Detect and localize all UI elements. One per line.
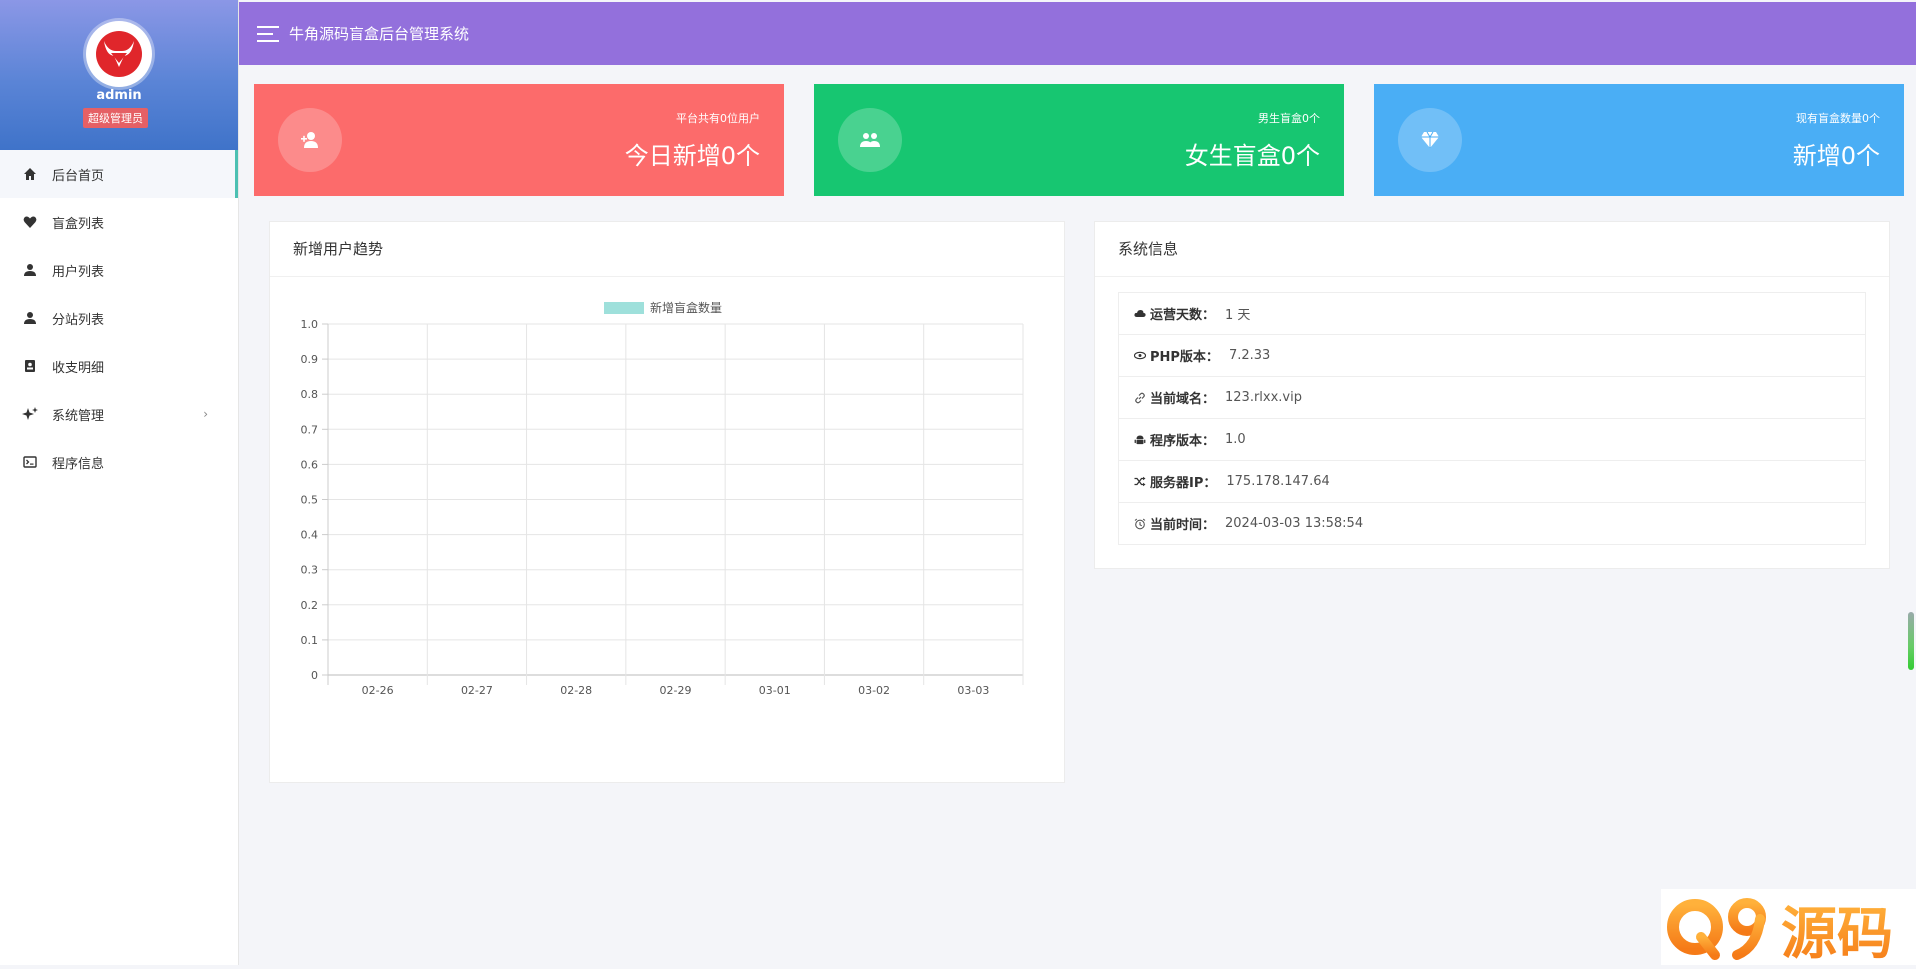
x-tick-label: 03-01 [759, 684, 791, 697]
info-row-program-version: 程序版本： 1.0 [1119, 419, 1865, 461]
x-tick-label: 02-26 [362, 684, 394, 697]
sidebar: admin 超级管理员 后台首页 盲盒列表 用户列表 分站列表 收支明细 系统管… [0, 0, 239, 965]
y-tick-label: 0 [311, 669, 318, 682]
sidebar-item-label: 程序信息 [52, 456, 105, 472]
sidebar-item-label: 用户列表 [52, 264, 105, 280]
sidebar-item-label: 后台首页 [52, 168, 105, 184]
heart-icon [22, 214, 38, 230]
chart-panel: 新增用户趋势 新增盲盒数量 1.0 0.9 0.8 0.7 0.6 0.5 0.4 0.3 0.2… [269, 221, 1065, 783]
y-tick-label: 0.2 [301, 599, 319, 612]
info-row-current-time: 当前时间： 2024-03-03 13:58:54 [1119, 503, 1865, 544]
sidebar-header: admin 超级管理员 [0, 0, 238, 150]
sidebar-item-label: 收支明细 [52, 360, 105, 376]
stat-value: 今日新增0个 [624, 142, 760, 170]
y-tick-label: 0.4 [301, 529, 319, 542]
info-label: PHP版本： [1150, 350, 1219, 365]
info-label: 当前域名： [1150, 392, 1216, 407]
chevron-right-icon: › [203, 407, 208, 421]
sidebar-item-user-list[interactable]: 用户列表 [0, 246, 238, 294]
chart-panel-title: 新增用户趋势 [270, 222, 1064, 277]
sidebar-item-system-management[interactable]: 系统管理 › [0, 390, 238, 438]
info-label: 当前时间： [1150, 518, 1216, 533]
trend-chart: 新增盲盒数量 1.0 0.9 0.8 0.7 0.6 0.5 0.4 0.3 0.2 0.1 0 02-… [301, 300, 1024, 697]
info-row-uptime: 运营天数： 1 天 [1119, 293, 1865, 335]
stat-caption: 男生盲盒0个 [1258, 112, 1320, 125]
bull-logo-icon [96, 31, 142, 77]
y-tick-label: 0.6 [301, 458, 319, 471]
info-row-server-ip: 服务器IP： 175.178.147.64 [1119, 461, 1865, 503]
y-tick-label: 0.9 [301, 353, 319, 366]
watermark-text: 源码 [1781, 902, 1893, 965]
stat-card-blindbox-count: 现有盲盒数量0个 新增0个 [1374, 84, 1904, 196]
x-tick-label: 02-29 [660, 684, 692, 697]
y-tick-label: 0.7 [301, 423, 319, 436]
link-icon [1134, 392, 1146, 404]
alarm-icon [1134, 518, 1146, 530]
y-tick-label: 1.0 [301, 318, 319, 331]
stat-caption: 平台共有0位用户 [676, 112, 760, 125]
sidebar-item-label: 盲盒列表 [52, 216, 105, 232]
info-value: 175.178.147.64 [1226, 474, 1330, 489]
y-tick-label: 0.8 [301, 388, 319, 401]
info-value: 2024-03-03 13:58:54 [1225, 516, 1364, 531]
sidebar-item-label: 分站列表 [52, 312, 105, 328]
sidebar-item-program-info[interactable]: 程序信息 [0, 438, 238, 486]
q9-logo-icon: 源码 [1667, 898, 1893, 967]
stat-value: 新增0个 [1792, 142, 1880, 170]
stat-value: 女生盲盒0个 [1184, 142, 1320, 170]
system-info-title: 系统信息 [1095, 222, 1889, 277]
watermark-logo: 源码 [1661, 889, 1916, 967]
diamond-icon [1398, 108, 1462, 172]
x-tick-label: 02-27 [461, 684, 493, 697]
scrollbar-thumb[interactable] [1908, 612, 1914, 670]
system-title: 牛角源码盲盒后台管理系统 [289, 25, 470, 43]
sidebar-menu: 后台首页 盲盒列表 用户列表 分站列表 收支明细 系统管理 › 程序信息 [0, 150, 238, 486]
home-icon [22, 166, 38, 182]
eye-icon [1134, 350, 1146, 362]
person-icon [22, 262, 38, 278]
users-icon [838, 108, 902, 172]
info-label: 程序版本： [1150, 434, 1216, 449]
system-info-panel: 系统信息 运营天数： 1 天 PHP版本： 7.2.33 当前域名： 123.r… [1094, 221, 1890, 569]
info-row-domain: 当前域名： 123.rlxx.vip [1119, 377, 1865, 419]
info-value: 1 天 [1225, 308, 1251, 323]
y-tick-label: 0.1 [301, 634, 319, 647]
info-label: 运营天数： [1150, 308, 1216, 323]
y-tick-label: 0.3 [301, 564, 319, 577]
sidebar-item-home[interactable]: 后台首页 [0, 150, 238, 198]
shuffle-icon [1134, 476, 1146, 488]
sidebar-item-substation-list[interactable]: 分站列表 [0, 294, 238, 342]
info-row-php-version: PHP版本： 7.2.33 [1119, 335, 1865, 377]
add-user-icon [278, 108, 342, 172]
info-value: 7.2.33 [1228, 348, 1271, 363]
stat-card-blindbox-gender: 男生盲盒0个 女生盲盒0个 [814, 84, 1344, 196]
cloud-icon [1134, 308, 1146, 320]
legend-swatch [604, 302, 644, 314]
x-tick-label: 02-28 [560, 684, 592, 697]
x-tick-label: 03-02 [858, 684, 890, 697]
info-label: 服务器IP： [1150, 476, 1217, 491]
stat-caption: 现有盲盒数量0个 [1796, 112, 1880, 125]
system-info-table: 运营天数： 1 天 PHP版本： 7.2.33 当前域名： 123.rlxx.v… [1118, 292, 1866, 545]
y-tick-label: 0.5 [301, 494, 319, 507]
sidebar-item-label: 系统管理 [52, 408, 105, 424]
contact-book-icon [22, 358, 38, 374]
sparkle-icon [22, 406, 38, 422]
android-icon [1134, 434, 1146, 446]
person-icon [22, 310, 38, 326]
terminal-icon [22, 454, 38, 470]
role-badge: 超级管理员 [83, 108, 148, 128]
legend-label: 新增盲盒数量 [650, 300, 722, 315]
stat-card-users: 平台共有0位用户 今日新增0个 [254, 84, 784, 196]
x-tick-label: 03-03 [957, 684, 989, 697]
top-bar: 牛角源码盲盒后台管理系统 [239, 2, 1916, 65]
sidebar-item-transactions[interactable]: 收支明细 [0, 342, 238, 390]
menu-toggle-icon[interactable] [257, 25, 279, 42]
username: admin [96, 88, 142, 103]
info-value: 1.0 [1225, 432, 1246, 447]
sidebar-item-blindbox-list[interactable]: 盲盒列表 [0, 198, 238, 246]
avatar[interactable] [86, 21, 152, 87]
info-value: 123.rlxx.vip [1225, 390, 1302, 405]
